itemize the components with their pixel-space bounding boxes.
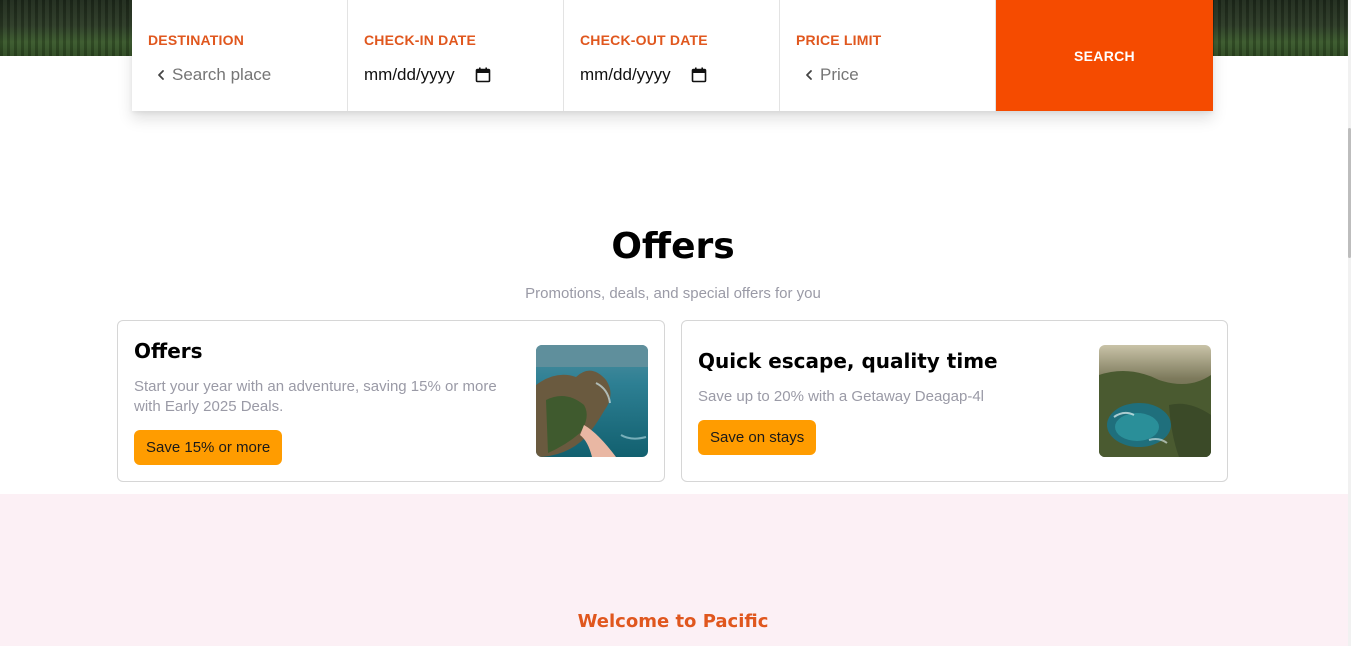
check-out-label: CHECK-OUT DATE [580,32,708,48]
offer-card: Quick escape, quality time Save up to 20… [681,320,1228,482]
price-input[interactable]: Price [820,65,859,85]
check-in-label: CHECK-IN DATE [364,32,477,48]
check-in-field[interactable]: CHECK-IN DATE mm/dd/yyyy [348,0,564,111]
search-bar: DESTINATION Search place CHECK-IN DATE m… [132,0,1213,111]
destination-input[interactable]: Search place [172,65,271,85]
save-15-percent-button[interactable]: Save 15% or more [134,430,283,465]
calendar-icon[interactable] [475,67,491,83]
search-button[interactable]: SEARCH [996,0,1213,111]
check-out-date-input[interactable]: mm/dd/yyyy [580,65,671,85]
chevron-left-icon [806,70,812,80]
island-bay-image [1099,345,1211,457]
check-out-field[interactable]: CHECK-OUT DATE mm/dd/yyyy [564,0,780,111]
offer-card-title: Quick escape, quality time [698,349,998,373]
price-limit-label: PRICE LIMIT [796,32,882,48]
save-on-stays-button[interactable]: Save on stays [698,420,817,455]
chevron-left-icon [158,70,164,80]
offer-card-title: Offers [134,339,203,363]
destination-field[interactable]: DESTINATION Search place [132,0,348,111]
offers-subtitle: Promotions, deals, and special offers fo… [525,285,821,302]
destination-label: DESTINATION [148,32,245,48]
calendar-icon[interactable] [691,67,707,83]
welcome-section: Welcome to Pacific [0,494,1348,646]
offer-card-description: Save up to 20% with a Getaway Deagap-4l [698,388,985,405]
offers-title: Offers [611,226,735,267]
coastal-cliff-image [536,345,648,457]
offer-card-description: Start your year with an adventure, savin… [134,378,497,415]
welcome-title: Welcome to Pacific [577,611,769,632]
check-in-date-input[interactable]: mm/dd/yyyy [364,65,455,85]
price-limit-field[interactable]: PRICE LIMIT Price [780,0,996,111]
offer-card: Offers Start your year with an adventure… [117,320,665,482]
